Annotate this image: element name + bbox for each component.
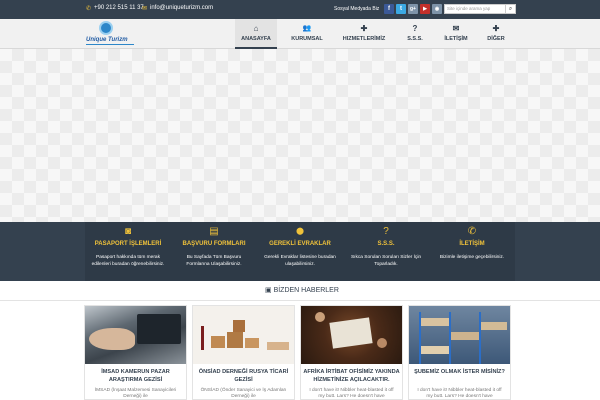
news-card[interactable]: AFRİKA İRTİBAT OFİSİMİZ YAKINDA HİZMETİN…: [300, 305, 403, 400]
news-image[interactable]: [85, 306, 186, 364]
feature-title: BAŞVURU FORMLARI: [182, 241, 246, 247]
news-title[interactable]: ŞUBEMİZ OLMAK İSTER MİSİNİZ?: [411, 368, 508, 376]
feature-desc: Gerekli Evraklar listesine buradan ulaşa…: [264, 255, 336, 267]
nav-sss[interactable]: ? S.S.S.: [401, 19, 429, 49]
feature-iletisim[interactable]: ✆ İLETİŞİM Bizimle iletişime geçebilirsi…: [429, 222, 515, 281]
feature-sss[interactable]: ? S.S.S. Sıkca Sorulan Soruları Sizler İ…: [343, 222, 429, 281]
rss-icon[interactable]: ◉: [432, 4, 442, 14]
nav-label: DİĞER: [487, 36, 505, 42]
news-excerpt: I don't have it! Nibbler heat-blasted it…: [417, 388, 502, 399]
logo-underline: [86, 44, 134, 45]
news-card[interactable]: ÖNSİAD DERNEĞİ RUSYA TİCARİ GEZİSİ ÖNSİA…: [192, 305, 295, 400]
google-plus-icon[interactable]: g+: [408, 4, 418, 14]
nav-label: ANASAYFA: [241, 36, 271, 42]
question-icon: ?: [383, 226, 389, 237]
pdf-icon: ▤: [209, 226, 219, 237]
news-title[interactable]: İMSAD KAMERUN PAZAR ARAŞTIRMA GEZİSİ: [87, 368, 184, 384]
feature-desc: Pasaport hakkında tüm merak edilenleri b…: [91, 255, 165, 267]
feature-desc: Bizimle iletişime geçebilirsiniz.: [439, 255, 505, 260]
news-card[interactable]: ŞUBEMİZ OLMAK İSTER MİSİNİZ? I don't hav…: [408, 305, 511, 400]
nav-hizmetlerimiz[interactable]: ✚ HIZMETLERİMİZ: [340, 19, 388, 49]
feature-pasaport[interactable]: ◙ PASAPORT İŞLEMLERİ Pasaport hakkında t…: [85, 222, 171, 281]
home-icon: ⌂: [253, 24, 259, 33]
phone-icon: ✆: [86, 6, 92, 12]
nav-iletisim[interactable]: ✉ İLETİŞİM: [438, 19, 474, 49]
search-icon: ⌕: [508, 6, 513, 12]
feature-basvuru[interactable]: ▤ BAŞVURU FORMLARI Bu Sayfada Tüm Başvur…: [171, 222, 257, 281]
phone-number[interactable]: +90 212 515 11 37: [94, 5, 144, 11]
facebook-icon[interactable]: f: [384, 4, 394, 14]
phone-icon: ✆: [467, 226, 477, 237]
news-image[interactable]: [193, 306, 294, 364]
news-title[interactable]: ÖNSİAD DERNEĞİ RUSYA TİCARİ GEZİSİ: [195, 368, 292, 384]
social-label: Sosyal Medyada Biz: [334, 6, 380, 12]
feature-title: İLETİŞİM: [459, 241, 485, 247]
logo[interactable]: [99, 21, 113, 35]
nav-kurumsal[interactable]: 👥 KURUMSAL: [287, 19, 327, 49]
news-card[interactable]: İMSAD KAMERUN PAZAR ARAŞTIRMA GEZİSİ İMS…: [84, 305, 187, 400]
question-icon: ?: [412, 24, 418, 33]
feature-desc: Bu Sayfada Tüm Başvuru Formlarına Ulaşab…: [186, 255, 242, 267]
hero-slider[interactable]: [0, 49, 600, 222]
feature-title: PASAPORT İŞLEMLERİ: [94, 241, 162, 247]
feature-title: GEREKLİ EVRAKLAR: [269, 241, 331, 247]
nav-label: KURUMSAL: [291, 36, 323, 42]
plus-icon: ✚: [360, 24, 368, 33]
nav-label: HIZMETLERİMİZ: [342, 36, 386, 42]
news-heading: ▣ BİZDEN HABERLER: [265, 286, 339, 294]
search-button[interactable]: ⌕: [506, 4, 516, 14]
nav-diger[interactable]: ✚ DİĞER: [482, 19, 510, 49]
twitter-icon[interactable]: t: [396, 4, 406, 14]
news-icon: ▣: [265, 287, 274, 294]
news-excerpt: İMSAD (İnşaat Malzemesi Sanayicileri Der…: [94, 388, 177, 399]
news-title[interactable]: AFRİKA İRTİBAT OFİSİMİZ YAKINDA HİZMETİN…: [303, 368, 400, 384]
youtube-icon[interactable]: ▶: [420, 4, 430, 14]
nav-label: S.S.S.: [407, 36, 423, 42]
envelope-icon: ✉: [452, 24, 460, 33]
news-heading-text: BİZDEN HABERLER: [273, 287, 339, 294]
news-excerpt: ÖNSİAD (Önder Sanayici ve İş Adamları De…: [200, 388, 287, 399]
camera-icon: ◙: [124, 226, 132, 237]
search-input[interactable]: Site içinde arama yap: [444, 4, 506, 14]
feature-desc: Sıkca Sorulan Soruları Sizler İçin Topar…: [350, 255, 422, 267]
map-marker-icon: ⬤: [296, 228, 304, 235]
news-excerpt: I don't have it! Nibbler heat-blasted it…: [309, 388, 394, 399]
news-image[interactable]: [301, 306, 402, 364]
feature-title: S.S.S.: [377, 241, 395, 247]
logo-text[interactable]: Unique Turizm: [86, 37, 128, 43]
email-link[interactable]: info@uniqueturizm.com: [150, 5, 213, 11]
group-icon: 👥: [302, 25, 312, 32]
nav-anasayfa[interactable]: ⌂ ANASAYFA: [235, 19, 277, 49]
nav-label: İLETİŞİM: [444, 36, 468, 42]
envelope-icon: ✉: [142, 6, 148, 12]
news-image[interactable]: [409, 306, 510, 364]
feature-evraklar[interactable]: ⬤ GEREKLİ EVRAKLAR Gerekli Evraklar list…: [257, 222, 343, 281]
plus-icon: ✚: [492, 24, 500, 33]
